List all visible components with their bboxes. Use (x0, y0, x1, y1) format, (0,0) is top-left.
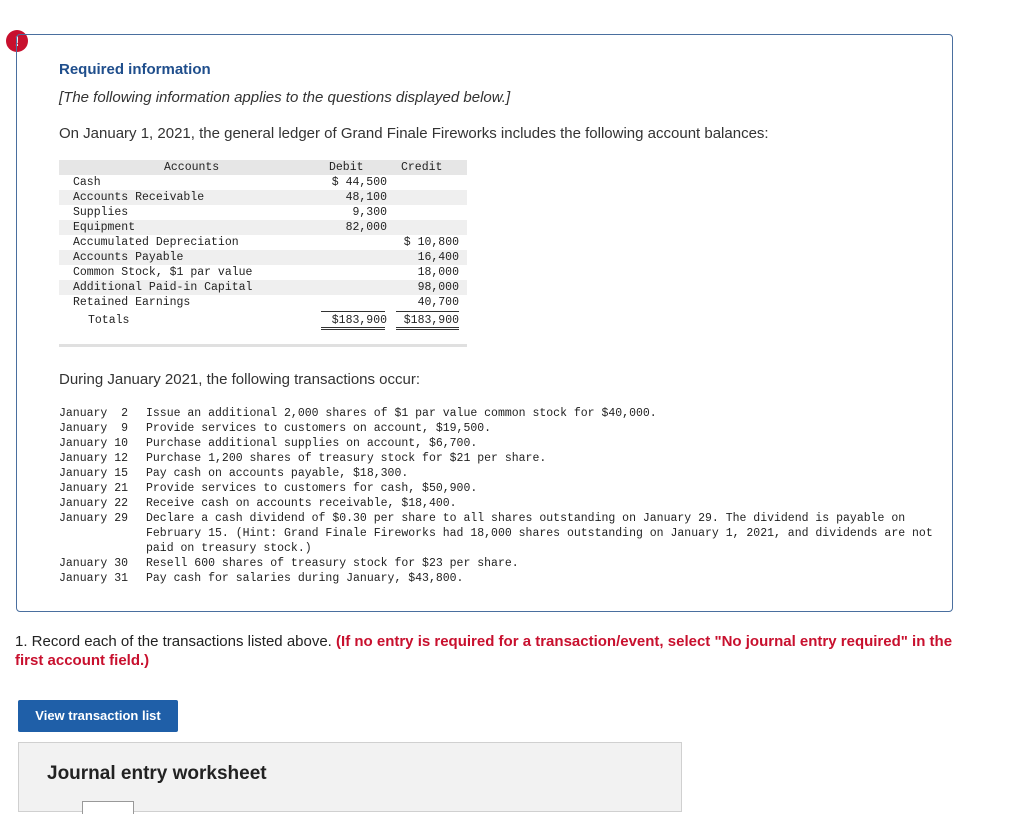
table-row: Cash $ 44,500 (59, 175, 467, 190)
list-item: January 22 Receive cash on accounts rece… (59, 496, 939, 511)
account-name: Accumulated Depreciation (73, 236, 239, 249)
account-name: Additional Paid-in Capital (73, 281, 253, 294)
question-prompt: 1. Record each of the transactions liste… (15, 632, 975, 670)
journal-entry-worksheet-panel: Journal entry worksheet (18, 742, 682, 814)
transaction-text: Pay cash on accounts payable, $18,300. (146, 467, 409, 480)
transaction-date: January 30 (59, 557, 129, 570)
transaction-date: January 31 (59, 572, 129, 585)
transaction-date: January 22 (59, 497, 129, 510)
account-name: Retained Earnings (73, 296, 191, 309)
transaction-text: Pay cash for salaries during January, $4… (146, 572, 464, 585)
debit-value: $ 44,500 (331, 176, 387, 189)
ledger-header-row: Accounts Debit Credit (59, 160, 467, 175)
transaction-text: Provide services to customers for cash, … (146, 482, 478, 495)
table-row: Equipment 82,000 (59, 220, 467, 235)
account-name: Accounts Receivable (73, 191, 205, 204)
list-item: January 2 Issue an additional 2,000 shar… (59, 406, 939, 421)
transaction-date: January 21 (59, 482, 129, 495)
table-row: Accumulated Depreciation $ 10,800 (59, 235, 467, 250)
transaction-date: January 9 (59, 422, 129, 435)
header-accounts: Accounts (164, 161, 220, 174)
account-name: Supplies (73, 206, 129, 219)
credit-value: 16,400 (417, 251, 459, 264)
ledger-intro-text: On January 1, 2021, the general ledger o… (59, 125, 769, 142)
transaction-text: Purchase 1,200 shares of treasury stock … (146, 452, 547, 465)
account-name: Cash (73, 176, 101, 189)
transaction-list: January 2 Issue an additional 2,000 shar… (59, 406, 939, 586)
list-item: January 10 Purchase additional supplies … (59, 436, 939, 451)
debit-value: 82,000 (345, 221, 387, 234)
table-row: Supplies 9,300 (59, 205, 467, 220)
debit-value: 48,100 (345, 191, 387, 204)
totals-row: Totals $183,900 $183,900 (59, 310, 467, 332)
header-debit: Debit (329, 161, 364, 174)
credit-value: 98,000 (417, 281, 459, 294)
ledger-table: Accounts Debit Credit Cash $ 44,500 Acco… (59, 160, 467, 332)
credit-value: 40,700 (417, 296, 459, 309)
transaction-date: January 10 (59, 437, 129, 450)
table-row: Additional Paid-in Capital 98,000 (59, 280, 467, 295)
list-item: January 21 Provide services to customers… (59, 481, 939, 496)
list-item: January 15 Pay cash on accounts payable,… (59, 466, 939, 481)
required-info-subtitle: [The following information applies to th… (59, 89, 511, 106)
list-item: January 30 Resell 600 shares of treasury… (59, 556, 939, 571)
required-info-title: Required information (59, 61, 211, 78)
account-name: Accounts Payable (73, 251, 184, 264)
list-item: January 31 Pay cash for salaries during … (59, 571, 939, 586)
transaction-text: Issue an additional 2,000 shares of $1 p… (146, 407, 657, 420)
account-name: Common Stock, $1 par value (73, 266, 253, 279)
table-row: Accounts Receivable 48,100 (59, 190, 467, 205)
transaction-text: Resell 600 shares of treasury stock for … (146, 557, 519, 570)
credit-double-underline (396, 327, 459, 330)
transaction-date: January 2 (59, 407, 129, 420)
table-row: Accounts Payable 16,400 (59, 250, 467, 265)
transaction-text: Purchase additional supplies on account,… (146, 437, 478, 450)
question-text: 1. Record each of the transactions liste… (15, 633, 337, 650)
transaction-text: Receive cash on accounts receivable, $18… (146, 497, 457, 510)
worksheet-title: Journal entry worksheet (47, 763, 267, 784)
transaction-text: Provide services to customers on account… (146, 422, 492, 435)
ledger-bottom-divider (59, 344, 467, 347)
credit-value: $ 10,800 (403, 236, 459, 249)
transaction-text: Declare a cash dividend of $0.30 per sha… (146, 512, 933, 555)
list-item: January 12 Purchase 1,200 shares of trea… (59, 451, 939, 466)
list-item: January 29 Declare a cash dividend of $0… (59, 511, 939, 556)
totals-label: Totals (88, 314, 130, 327)
account-name: Equipment (73, 221, 136, 234)
list-item: January 9 Provide services to customers … (59, 421, 939, 436)
transactions-intro-text: During January 2021, the following trans… (59, 371, 421, 388)
debit-value: 9,300 (352, 206, 387, 219)
debit-double-underline (321, 327, 385, 330)
table-row: Retained Earnings 40,700 (59, 295, 467, 310)
table-row: Common Stock, $1 par value 18,000 (59, 265, 467, 280)
view-transaction-list-button[interactable]: View transaction list (18, 700, 178, 732)
transaction-date: January 29 (59, 512, 129, 525)
transaction-date: January 15 (59, 467, 129, 480)
credit-value: 18,000 (417, 266, 459, 279)
transaction-date: January 12 (59, 452, 129, 465)
header-credit: Credit (401, 161, 443, 174)
